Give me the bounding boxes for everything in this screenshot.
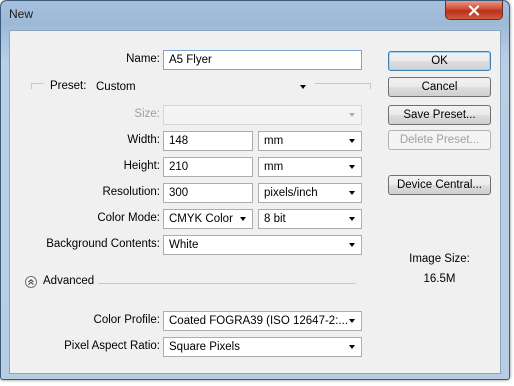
- dropdown-arrow-icon: [349, 191, 355, 195]
- cancel-button[interactable]: Cancel: [388, 77, 491, 97]
- new-document-dialog: New Name: A5 Flyer Preset: Custom Size: …: [0, 0, 510, 380]
- advanced-separator: [98, 283, 356, 284]
- height-unit-value: mm: [264, 161, 284, 173]
- dropdown-arrow-icon: [300, 85, 306, 89]
- chevron-up-circle-icon: [28, 279, 34, 285]
- dropdown-arrow-icon: [240, 217, 246, 221]
- resolution-label: Resolution:: [102, 186, 160, 198]
- width-field[interactable]: 148: [163, 131, 253, 151]
- size-label: Size:: [134, 108, 160, 120]
- dialog-body: Name: A5 Flyer Preset: Custom Size: Widt…: [9, 30, 501, 374]
- ok-button[interactable]: OK: [388, 51, 491, 71]
- dropdown-arrow-icon: [349, 165, 355, 169]
- dropdown-arrow-icon: [349, 139, 355, 143]
- resolution-field[interactable]: 300: [163, 183, 253, 203]
- height-field[interactable]: 210: [163, 157, 253, 177]
- resolution-unit-value: pixels/inch: [264, 187, 318, 199]
- preset-group-border-left: [31, 83, 44, 84]
- color-mode-label: Color Mode:: [97, 212, 160, 224]
- window-title: New: [9, 7, 34, 21]
- preset-group-border-right-v: [370, 83, 371, 89]
- close-icon: [468, 4, 480, 16]
- pixel-aspect-ratio-label: Pixel Aspect Ratio:: [64, 340, 160, 352]
- dropdown-arrow-icon: [349, 113, 355, 117]
- dropdown-arrow-icon: [349, 217, 355, 221]
- height-unit-dropdown[interactable]: mm: [258, 157, 362, 177]
- image-size-label: Image Size:: [409, 253, 470, 265]
- image-size-value: 16.5M: [423, 273, 456, 285]
- device-central-button[interactable]: Device Central...: [388, 175, 491, 195]
- name-label: Name:: [126, 53, 160, 65]
- dropdown-arrow-icon: [349, 345, 355, 349]
- color-mode-value: CMYK Color: [169, 213, 233, 225]
- advanced-toggle-button[interactable]: [25, 276, 37, 288]
- dropdown-arrow-icon: [349, 243, 355, 247]
- bit-depth-value: 8 bit: [264, 213, 286, 225]
- preset-label: Preset:: [50, 80, 87, 92]
- background-contents-label: Background Contents:: [46, 238, 160, 250]
- resolution-unit-dropdown[interactable]: pixels/inch: [258, 183, 362, 203]
- pixel-aspect-ratio-value: Square Pixels: [169, 341, 240, 353]
- bit-depth-dropdown[interactable]: 8 bit: [258, 209, 362, 229]
- preset-value: Custom: [96, 81, 136, 93]
- preset-group-border-right: [315, 83, 370, 84]
- preset-group-border-left-v: [31, 83, 32, 89]
- preset-dropdown[interactable]: Custom: [90, 77, 313, 97]
- width-label: Width:: [127, 134, 160, 146]
- save-preset-button[interactable]: Save Preset...: [388, 105, 491, 125]
- close-button[interactable]: [445, 1, 503, 20]
- color-mode-dropdown[interactable]: CMYK Color: [163, 209, 253, 229]
- width-unit-value: mm: [264, 135, 284, 147]
- delete-preset-button: Delete Preset...: [388, 130, 491, 150]
- pixel-aspect-ratio-dropdown[interactable]: Square Pixels: [163, 337, 362, 357]
- height-label: Height:: [123, 160, 160, 172]
- color-profile-dropdown[interactable]: Coated FOGRA39 (ISO 12647-2:...: [163, 311, 362, 331]
- width-unit-dropdown[interactable]: mm: [258, 131, 362, 151]
- color-profile-label: Color Profile:: [93, 314, 160, 326]
- size-dropdown: [163, 105, 362, 125]
- name-field[interactable]: A5 Flyer: [163, 50, 362, 70]
- background-contents-value: White: [169, 239, 199, 251]
- color-profile-value: Coated FOGRA39 (ISO 12647-2:...: [169, 315, 348, 327]
- background-contents-dropdown[interactable]: White: [163, 235, 362, 255]
- advanced-label: Advanced: [43, 275, 95, 287]
- dropdown-arrow-icon: [349, 319, 355, 323]
